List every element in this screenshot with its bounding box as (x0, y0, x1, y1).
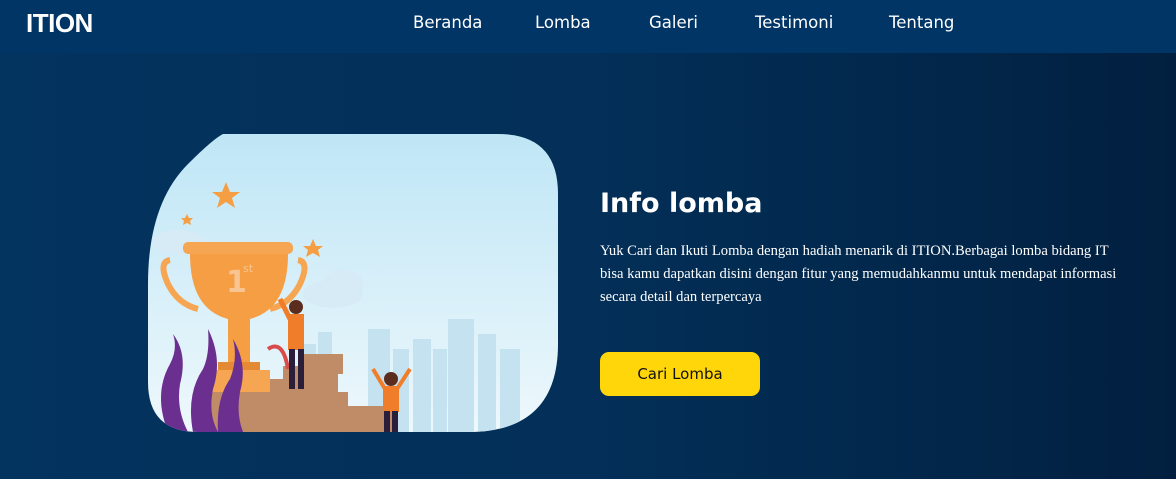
nav-item-tentang[interactable]: Tentang (889, 13, 954, 32)
cari-lomba-button[interactable]: Cari Lomba (600, 352, 760, 396)
nav-item-lomba[interactable]: Lomba (535, 13, 591, 32)
nav-item-testimoni[interactable]: Testimoni (755, 13, 833, 32)
site-logo[interactable]: ITION (26, 8, 93, 39)
navbar: ITION Beranda Lomba Galeri Testimoni Ten… (0, 0, 1176, 53)
nav-item-beranda[interactable]: Beranda (413, 13, 482, 32)
page-title: Info lomba (600, 188, 763, 219)
svg-text:st: st (243, 262, 254, 275)
hero-description: Yuk Cari dan Ikuti Lomba dengan hadiah m… (600, 243, 1117, 305)
trophy-illustration: 1 st (148, 134, 558, 432)
nav-item-galeri[interactable]: Galeri (649, 13, 698, 32)
